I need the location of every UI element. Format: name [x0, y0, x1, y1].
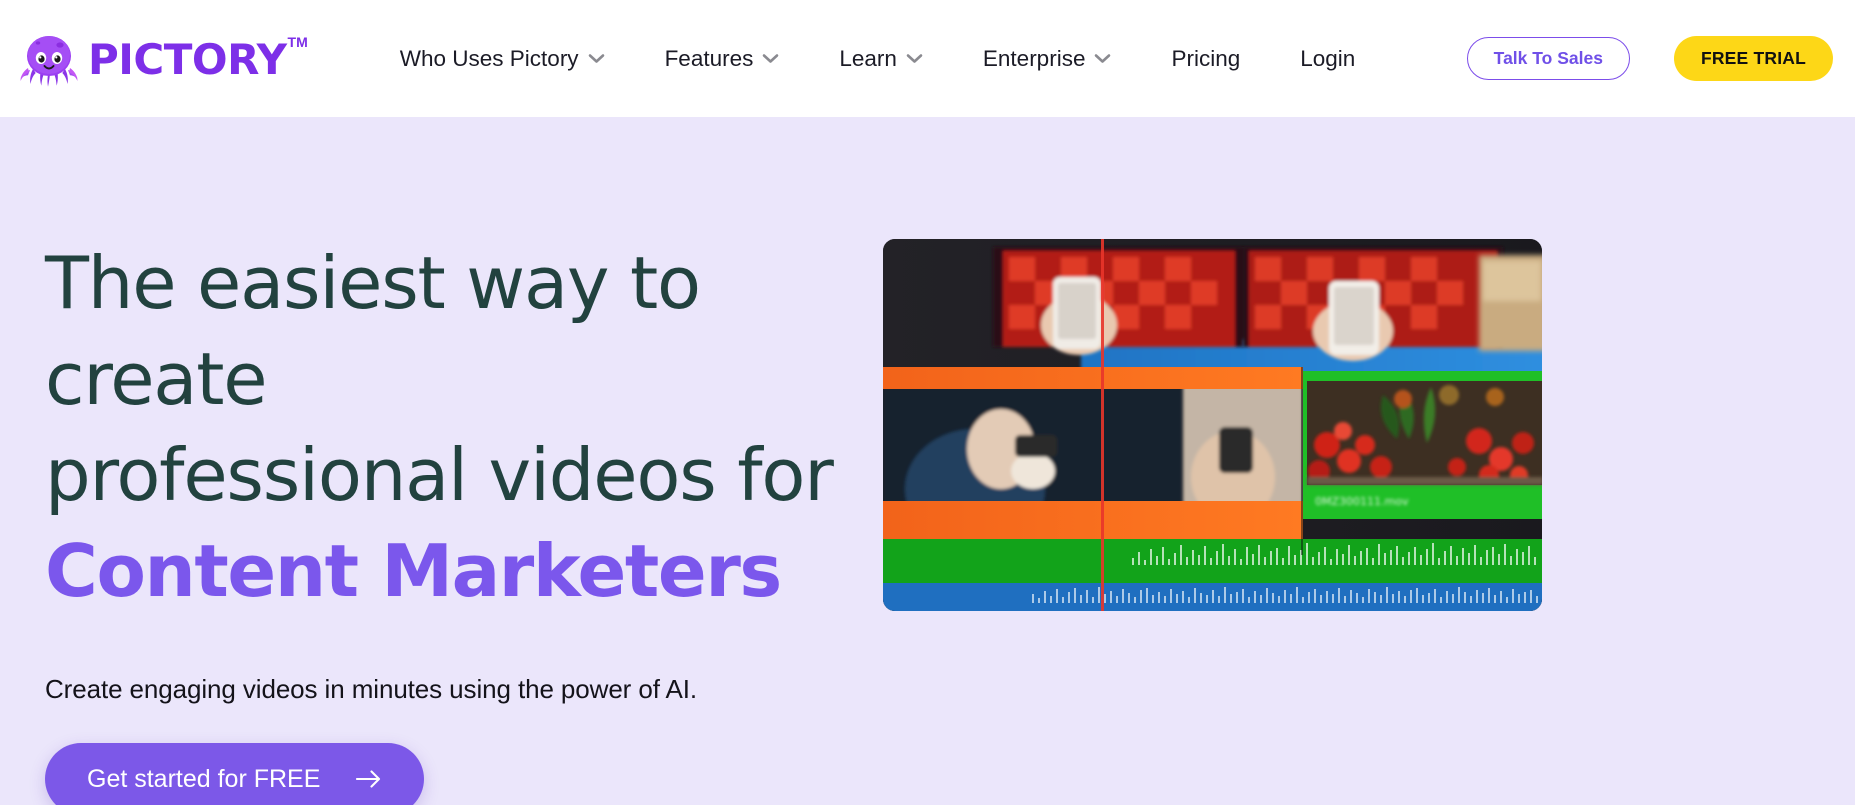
svg-text:0MZ300111.mov: 0MZ300111.mov — [1315, 495, 1409, 508]
hero-section: The easiest way to create professional v… — [0, 117, 1855, 805]
nav-item-pricing[interactable]: Pricing — [1171, 38, 1240, 80]
video-timeline-illustration: 0MZ300111.mov — [883, 239, 1542, 611]
octopus-mascot-icon — [20, 35, 78, 87]
cta-label: Get started for FREE — [87, 764, 321, 793]
hero-copy: The easiest way to create professional v… — [45, 235, 865, 805]
trademark-symbol: TM — [287, 33, 308, 50]
landing-page: PICTORY TM Who Uses Pictory Features Lea… — [0, 0, 1855, 805]
get-started-button[interactable]: Get started for FREE — [45, 743, 425, 805]
nav-item-features[interactable]: Features — [665, 38, 780, 80]
nav-item-learn[interactable]: Learn — [839, 38, 923, 80]
arrow-right-icon — [356, 770, 381, 788]
nav-label: Learn — [839, 45, 897, 71]
nav-label: Enterprise — [982, 45, 1086, 71]
chevron-down-icon — [763, 54, 779, 63]
page-title: The easiest way to create professional v… — [45, 235, 865, 619]
headline-line-2: professional videos for — [45, 433, 834, 517]
nav-item-who-uses-pictory[interactable]: Who Uses Pictory — [400, 38, 605, 80]
brand-logo[interactable]: PICTORY TM — [16, 26, 308, 92]
site-header: PICTORY TM Who Uses Pictory Features Lea… — [0, 0, 1855, 117]
nav-item-login[interactable]: Login — [1300, 38, 1355, 80]
brand-name: PICTORY — [88, 34, 287, 84]
chevron-down-icon — [906, 54, 923, 63]
hero-video-editor-image: 0MZ300111.mov — [883, 239, 1542, 611]
hero-subheading: Create engaging videos in minutes using … — [45, 674, 698, 704]
headline-line-1: The easiest way to create — [45, 241, 701, 421]
chevron-down-icon — [1095, 54, 1111, 63]
nav-label: Who Uses Pictory — [399, 45, 579, 71]
header-actions: Talk To Sales FREE TRIAL — [1466, 36, 1833, 81]
headline-accent: Content Marketers — [45, 529, 782, 613]
chevron-down-icon — [588, 54, 604, 63]
nav-label: Pricing — [1171, 45, 1241, 71]
talk-to-sales-button[interactable]: Talk To Sales — [1466, 37, 1630, 80]
free-trial-button[interactable]: FREE TRIAL — [1673, 36, 1833, 81]
nav-label: Features — [664, 45, 754, 71]
nav-item-enterprise[interactable]: Enterprise — [983, 38, 1112, 80]
main-navigation: Who Uses Pictory Features Learn Enterpri… — [400, 38, 1356, 80]
nav-label: Login — [1300, 45, 1356, 71]
